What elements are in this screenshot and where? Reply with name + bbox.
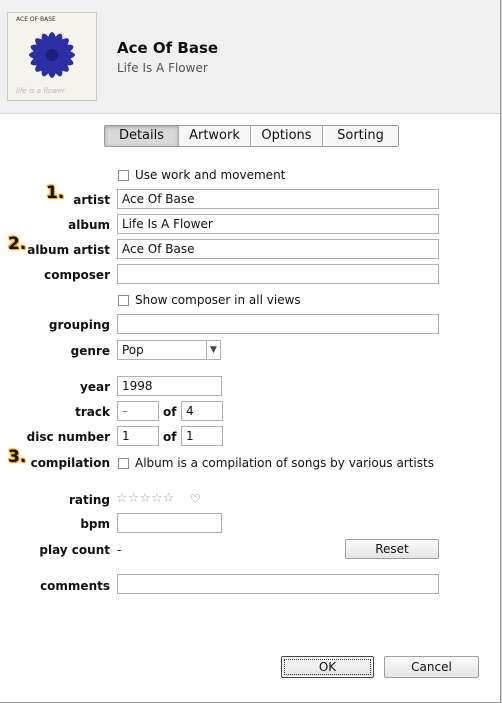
song-title: Ace Of Base <box>117 39 219 57</box>
bpm-field[interactable] <box>117 513 222 533</box>
album-artist-label: album artist <box>27 243 110 257</box>
disc-number-field[interactable]: 1 <box>117 426 159 446</box>
song-subtitle: Life Is A Flower <box>117 61 208 75</box>
composer-label: composer <box>44 268 110 282</box>
show-composer-label: Show composer in all views <box>135 293 301 307</box>
play-count-label: play count <box>39 543 110 557</box>
tab-artwork[interactable]: Artwork <box>179 126 251 146</box>
heart-icon[interactable]: ♡ <box>190 492 201 506</box>
reset-button[interactable]: Reset <box>345 539 439 559</box>
rating-label: rating <box>69 493 110 507</box>
compilation-label: compilation <box>30 456 110 470</box>
track-number-field[interactable]: – <box>117 401 159 421</box>
disc-total-field[interactable]: 1 <box>181 426 223 446</box>
artist-field[interactable]: Ace Of Base <box>117 189 439 209</box>
bpm-label: bpm <box>80 517 110 531</box>
play-count-value: - <box>117 543 122 557</box>
track-total-field[interactable]: 4 <box>181 401 223 421</box>
header: ACE OF BASE life is a flower Ace Of Base… <box>0 0 500 114</box>
tab-sorting[interactable]: Sorting <box>323 126 398 146</box>
use-work-checkbox[interactable] <box>118 170 129 181</box>
grouping-label: grouping <box>48 318 110 332</box>
track-label: track <box>75 405 110 419</box>
cancel-button[interactable]: Cancel <box>384 656 479 678</box>
show-composer-checkbox[interactable] <box>118 295 129 306</box>
artist-label: artist <box>73 193 110 207</box>
use-work-label: Use work and movement <box>135 168 286 182</box>
album-label: album <box>68 218 110 232</box>
track-of-label: of <box>163 405 177 419</box>
artwork-caption-text: life is a flower <box>16 87 65 95</box>
comments-label: comments <box>40 579 110 593</box>
compilation-text: Album is a compilation of songs by vario… <box>135 456 434 470</box>
album-artist-field[interactable]: Ace Of Base <box>117 239 439 259</box>
disc-of-label: of <box>163 430 177 444</box>
comments-field[interactable] <box>117 574 439 594</box>
grouping-field[interactable] <box>117 314 439 334</box>
year-field[interactable]: 1998 <box>117 376 222 396</box>
rating-stars[interactable]: ☆☆☆☆☆ <box>116 491 174 506</box>
album-artwork[interactable]: ACE OF BASE life is a flower <box>7 12 97 101</box>
composer-field[interactable] <box>117 264 439 284</box>
disc-number-label: disc number <box>26 430 110 444</box>
chevron-down-icon[interactable]: ▼ <box>207 340 221 360</box>
genre-select[interactable]: Pop <box>117 340 207 360</box>
album-field[interactable]: Life Is A Flower <box>117 214 439 234</box>
ok-button[interactable]: OK <box>281 656 374 678</box>
genre-label: genre <box>70 344 110 358</box>
song-info-window: ACE OF BASE life is a flower Ace Of Base… <box>0 0 501 703</box>
year-label: year <box>80 380 110 394</box>
tab-details[interactable]: Details <box>105 126 179 146</box>
tab-options[interactable]: Options <box>251 126 323 146</box>
tab-bar: Details Artwork Options Sorting <box>104 125 399 147</box>
compilation-checkbox[interactable] <box>118 458 129 469</box>
